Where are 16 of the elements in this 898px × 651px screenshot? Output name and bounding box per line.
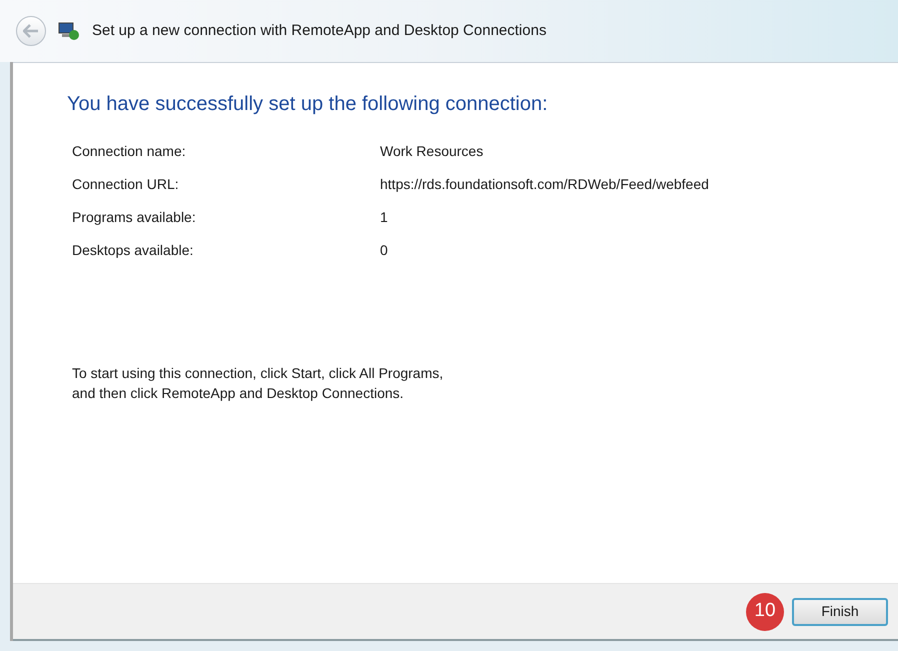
step-badge: 10 [746, 592, 784, 630]
computer-icon [58, 21, 80, 41]
field-value: 1 [380, 208, 389, 227]
back-button[interactable] [16, 16, 46, 46]
field-label: Desktops available: [72, 241, 194, 260]
success-heading: You have successfully set up the following connection: [67, 92, 549, 117]
field-label: Connection name: [72, 142, 187, 161]
field-value: https://rds.foundationsoft.com/RDWeb/Feed/webfeed [380, 175, 710, 194]
instructions-text: To start using this connection, click Start, click All Programs, and then click RemoteApp and Desktop Connections. [71, 364, 444, 403]
field-label: Programs available: [72, 208, 197, 227]
field-label: Connection URL: [72, 175, 180, 194]
back-arrow-icon [23, 24, 39, 38]
field-value: 0 [380, 241, 389, 260]
finish-button[interactable]: Finish [792, 598, 888, 626]
window-title: Set up a new connection with RemoteApp and Desktop Connections [92, 20, 546, 41]
field-value: Work Resources [380, 142, 484, 161]
